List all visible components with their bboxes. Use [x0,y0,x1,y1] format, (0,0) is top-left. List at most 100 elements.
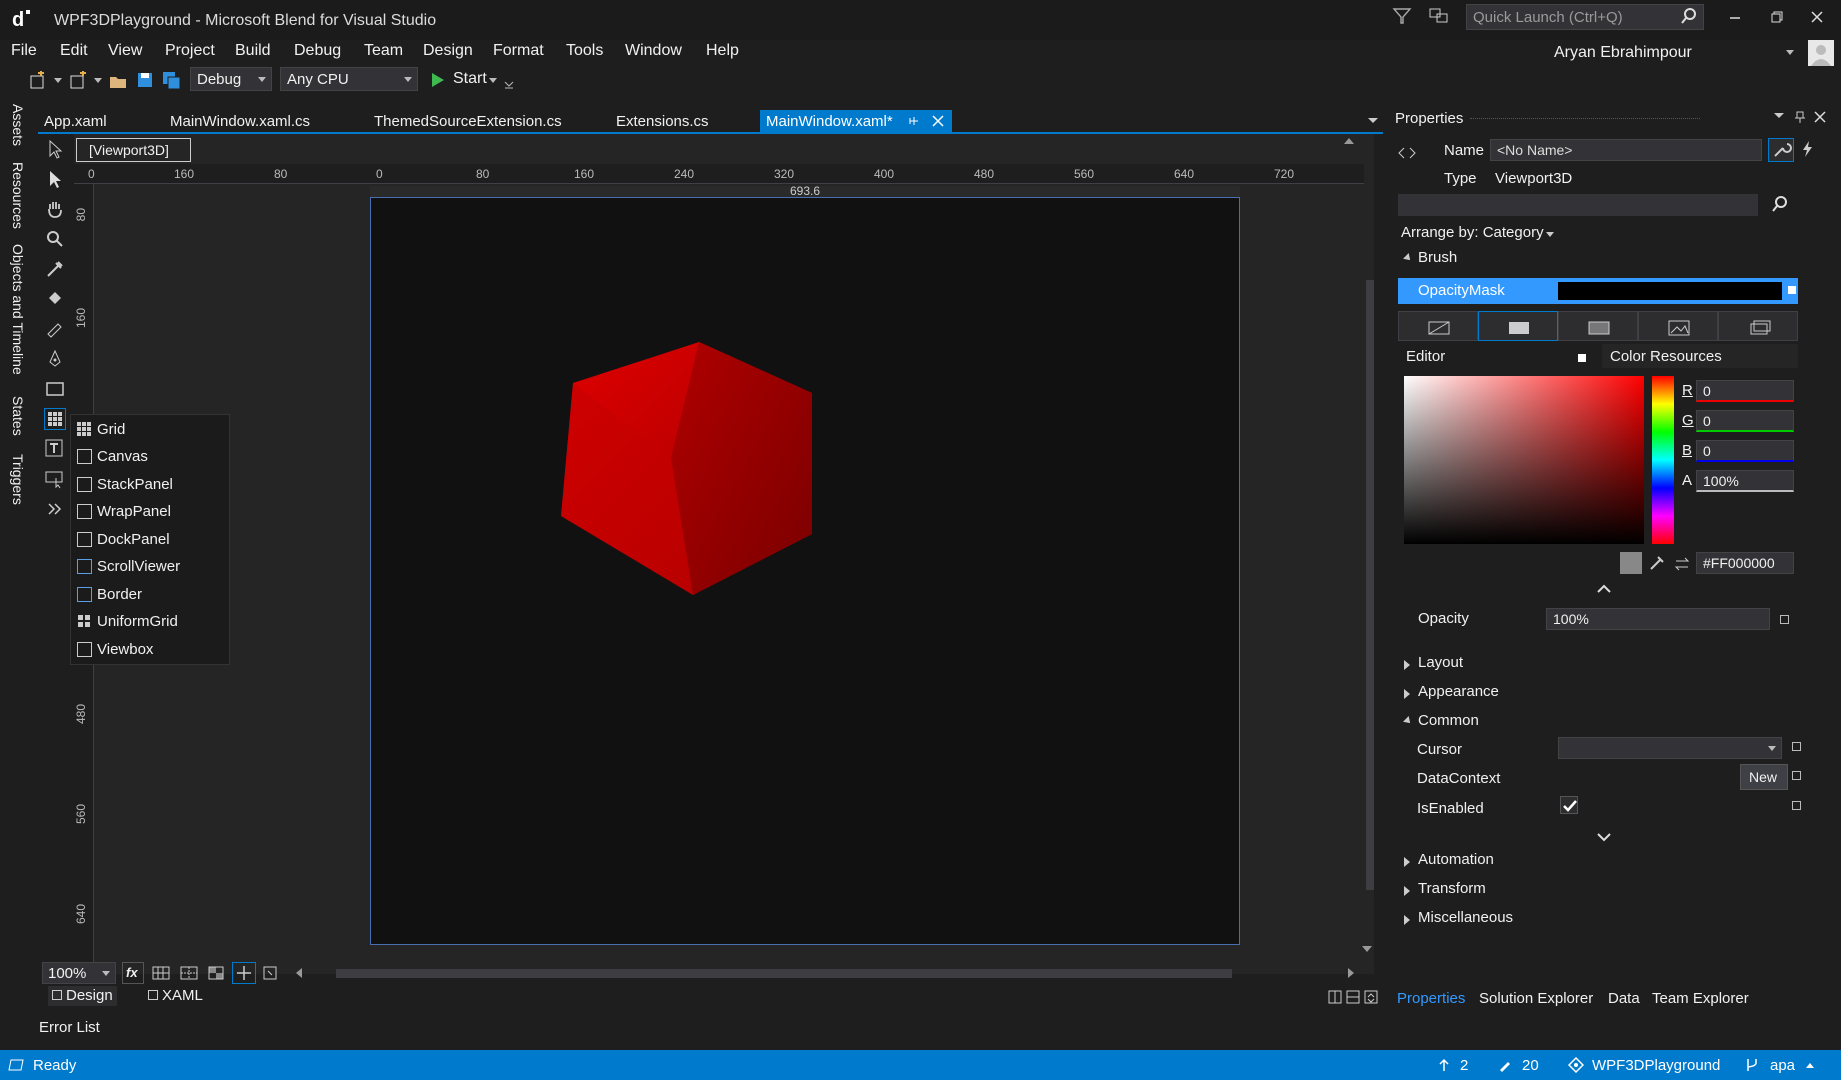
bottom-tab-properties[interactable]: Properties [1397,990,1465,1007]
button-tool-icon[interactable] [44,468,66,490]
tab-objects-and-timeline[interactable]: Objects and Timeline [10,244,26,375]
flyout-item-border[interactable]: Border [77,586,142,603]
tab-app-xaml[interactable]: App.xaml [38,110,113,134]
property-search-icon[interactable] [1772,196,1788,212]
unpublished-count[interactable]: 2 [1460,1057,1468,1074]
section-brush[interactable]: Brush [1418,249,1457,266]
scroll-up-icon[interactable] [1344,138,1354,144]
configuration-select[interactable]: Debug [190,67,272,91]
add-item-icon[interactable] [68,71,88,91]
error-list-tab[interactable]: Error List [39,1019,100,1036]
fx-effects-icon[interactable]: fx [122,962,144,984]
save-all-icon[interactable] [162,71,182,91]
direct-selection-icon[interactable] [44,138,66,160]
menu-window[interactable]: Window [625,42,682,60]
opacitymask-swatch[interactable] [1558,282,1782,300]
branch-icon[interactable] [1744,1057,1760,1073]
name-input[interactable]: <No Name> [1490,139,1762,161]
channel-g-input[interactable]: 0 [1696,410,1794,432]
tab-states[interactable]: States [10,396,26,436]
snap-to-grid-icon[interactable] [180,966,198,980]
menu-design[interactable]: Design [423,42,473,60]
user-name[interactable]: Aryan Ebrahimpour [1554,44,1692,62]
editor-marker[interactable] [1578,354,1586,362]
color-swatch[interactable] [1620,552,1642,574]
menu-help[interactable]: Help [706,42,739,60]
appearance-expand-icon[interactable] [1404,689,1410,699]
opacitymask-row[interactable]: OpacityMask [1398,278,1798,304]
menu-debug[interactable]: Debug [294,42,341,60]
paint-bucket-icon[interactable] [44,288,66,310]
hue-slider[interactable] [1652,376,1674,544]
section-common[interactable]: Common [1418,712,1479,729]
no-brush-tab[interactable] [1398,311,1478,341]
close-window-button[interactable] [1810,10,1824,24]
flyout-item-canvas[interactable]: Canvas [77,448,148,465]
start-button[interactable]: Start [453,70,487,88]
menu-team[interactable]: Team [364,42,403,60]
close-tab-icon[interactable] [932,115,944,127]
menu-file[interactable]: File [11,42,37,60]
events-lightning-icon[interactable] [1798,139,1818,159]
xaml-view-tab[interactable]: XAML [144,986,207,1006]
grid-tool-icon[interactable] [44,408,66,430]
open-folder-icon[interactable] [108,71,128,91]
selection-icon[interactable] [44,168,66,190]
channel-r-input[interactable]: 0 [1696,380,1794,402]
toolbar-overflow-icon[interactable] [504,76,514,90]
project-code-icon[interactable] [262,965,280,981]
scroll-left-icon[interactable] [296,968,302,978]
zoom-icon[interactable] [44,228,66,250]
tab-assets[interactable]: Assets [10,104,26,146]
breadcrumb[interactable]: [Viewport3D] [76,138,191,162]
property-search-input[interactable] [1398,194,1758,216]
pending-changes-count[interactable]: 20 [1522,1057,1539,1074]
pen-icon[interactable] [44,348,66,370]
zoom-select[interactable]: 100% [42,962,116,984]
channel-a-input[interactable]: 100% [1696,470,1794,492]
flyout-item-scrollviewer[interactable]: ScrollViewer [77,558,180,575]
collapse-editor-icon[interactable] [1596,584,1612,594]
scroll-right-icon[interactable] [1348,968,1354,978]
properties-wrench-icon[interactable] [1768,138,1794,162]
tab-overflow-icon[interactable] [1368,118,1378,123]
arrange-by-dropdown-icon[interactable] [1546,232,1554,237]
quick-launch-input[interactable]: Quick Launch (Ctrl+Q) [1466,4,1704,30]
more-tools-icon[interactable] [44,498,66,520]
vertical-scrollbar[interactable] [1366,280,1374,890]
datacontext-new-button[interactable]: New [1740,764,1788,790]
rectangle-icon[interactable] [44,378,66,400]
tab-mainwindow-xaml[interactable]: MainWindow.xaml* [760,110,952,134]
image-brush-tab[interactable] [1638,311,1718,341]
restore-button[interactable] [1770,10,1784,24]
tab-themedsourceextension-cs[interactable]: ThemedSourceExtension.cs [368,110,568,134]
advanced-options-marker[interactable] [1788,286,1796,294]
platform-select[interactable]: Any CPU [280,67,418,91]
miscellaneous-expand-icon[interactable] [1404,915,1410,925]
tab-extensions-cs[interactable]: Extensions.cs [610,110,715,134]
opacity-marker[interactable] [1780,615,1789,624]
eyedropper-color-icon[interactable] [1648,554,1666,572]
panel-pin-icon[interactable] [1794,110,1806,124]
eyedropper-icon[interactable] [44,258,66,280]
section-automation[interactable]: Automation [1418,851,1494,868]
visual-brush-tab[interactable] [1718,311,1798,341]
pan-hand-icon[interactable] [44,198,66,220]
bottom-tab-team-explorer[interactable]: Team Explorer [1652,990,1749,1007]
swap-panes-icon[interactable] [1364,990,1378,1004]
bottom-tab-solution-explorer[interactable]: Solution Explorer [1479,990,1593,1007]
avatar[interactable] [1808,40,1834,66]
flyout-item-uniformgrid[interactable]: UniformGrid [78,613,178,630]
solid-color-brush-tab[interactable] [1478,311,1558,341]
snap-to-snaplines-icon[interactable] [232,962,256,984]
textblock-tool-icon[interactable] [44,438,66,460]
section-layout[interactable]: Layout [1418,654,1463,671]
arrange-by-select[interactable]: Arrange by: Category [1401,224,1544,241]
save-icon[interactable] [136,71,154,89]
repository-name[interactable]: WPF3DPlayground [1592,1057,1720,1074]
flyout-item-wrappanel[interactable]: WrapPanel [77,503,171,520]
color-picker-area[interactable] [1404,376,1644,544]
cursor-select[interactable] [1558,737,1782,759]
flyout-item-grid[interactable]: Grid [77,421,125,438]
cube-3d[interactable] [371,198,1241,946]
